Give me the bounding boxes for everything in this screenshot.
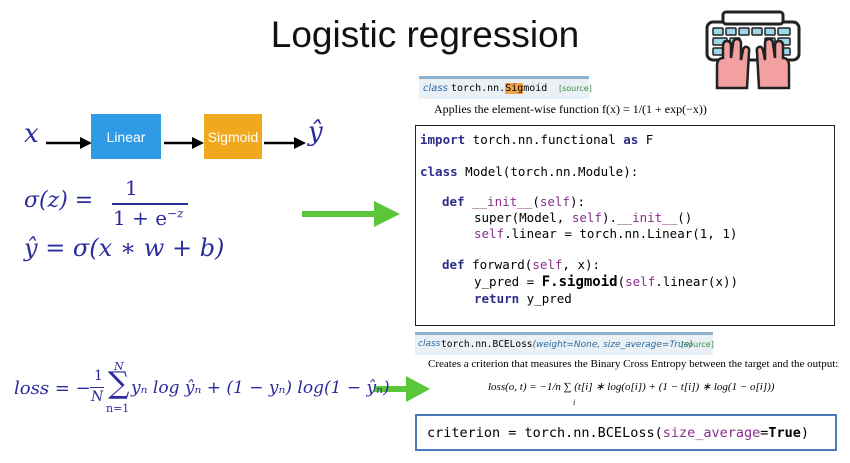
- sigmoid-source-link[interactable]: [source]: [559, 84, 592, 93]
- loss-equation: loss = − 1 N N ∑ n=1 yₙ log ŷₙ + (1 − yₙ…: [14, 360, 390, 422]
- code-block: import torch.nn.functional as F class Mo…: [415, 125, 835, 326]
- code-line-def-forward: def forward(self, x):: [442, 257, 601, 272]
- doc-class-kw: class: [423, 83, 448, 94]
- sigma-numerator: 1: [125, 176, 138, 200]
- bce-source-link[interactable]: [source]: [681, 340, 714, 349]
- code-line-ypred: y_pred = F.sigmoid(self.linear(x)): [474, 274, 739, 290]
- criterion-box: criterion = torch.nn.BCELoss(size_averag…: [415, 414, 837, 451]
- code-line-return: return y_pred: [474, 291, 572, 306]
- sum-sign: ∑: [108, 366, 130, 401]
- loss-rhs: yₙ log ŷₙ + (1 − yₙ) log(1 − ŷₙ): [131, 378, 390, 398]
- loss-lhs: loss = −: [14, 378, 91, 399]
- output-yhat: ŷ: [308, 117, 323, 147]
- bce-class-kw: class: [418, 339, 441, 349]
- code-line-super: super(Model, self).__init__(): [474, 210, 693, 225]
- fraction-bar: [112, 203, 188, 205]
- linear-box: Linear: [91, 114, 161, 159]
- bce-doc-header: class torch.nn.BCELoss(weight=None, size…: [415, 332, 714, 355]
- sigmoid-box: Sigmoid: [204, 114, 262, 159]
- hands-on-keyboard-icon: [703, 8, 803, 90]
- yhat-equation: ŷ = σ(x ∗ w + b): [24, 234, 225, 262]
- bce-formula: loss(o, t) = −1/n ∑ (t[i] ∗ log(o[i]) + …: [488, 381, 775, 393]
- sum-bottom: n=1: [106, 402, 130, 415]
- code-line-def-init: def __init__(self):: [442, 194, 586, 209]
- sigmoid-doc-desc: Applies the element-wise function f(x) =…: [434, 102, 707, 116]
- loss-frac-den: N: [91, 389, 104, 405]
- bce-formula-sub: i: [573, 398, 576, 407]
- loss-frac-num: 1: [94, 368, 103, 384]
- code-line-class: class Model(torch.nn.Module):: [420, 164, 639, 179]
- sigma-denominator: 1 + e−z: [113, 206, 184, 230]
- arrow-to-output: [264, 134, 306, 153]
- sigmoid-doc-header: class torch.nn.Sigmoid [source]: [419, 76, 592, 99]
- sigmoid-doc-name: torch.nn.Sigmoid: [451, 83, 548, 94]
- input-x: x: [24, 119, 39, 149]
- arrow-to-linear: [46, 134, 92, 153]
- code-line-linear: self.linear = torch.nn.Linear(1, 1): [474, 226, 738, 241]
- criterion-code: criterion = torch.nn.BCELoss(size_averag…: [427, 425, 810, 441]
- green-arrow-1: [302, 200, 402, 232]
- bce-doc-desc: Creates a criterion that measures the Bi…: [428, 358, 839, 370]
- sigma-lhs: σ(z) =: [24, 188, 94, 213]
- bce-doc-name: torch.nn.BCELoss(weight=None, size_avera…: [441, 339, 693, 350]
- arrow-to-sigmoid: [164, 134, 204, 153]
- code-line-import: import torch.nn.functional as F: [420, 132, 654, 147]
